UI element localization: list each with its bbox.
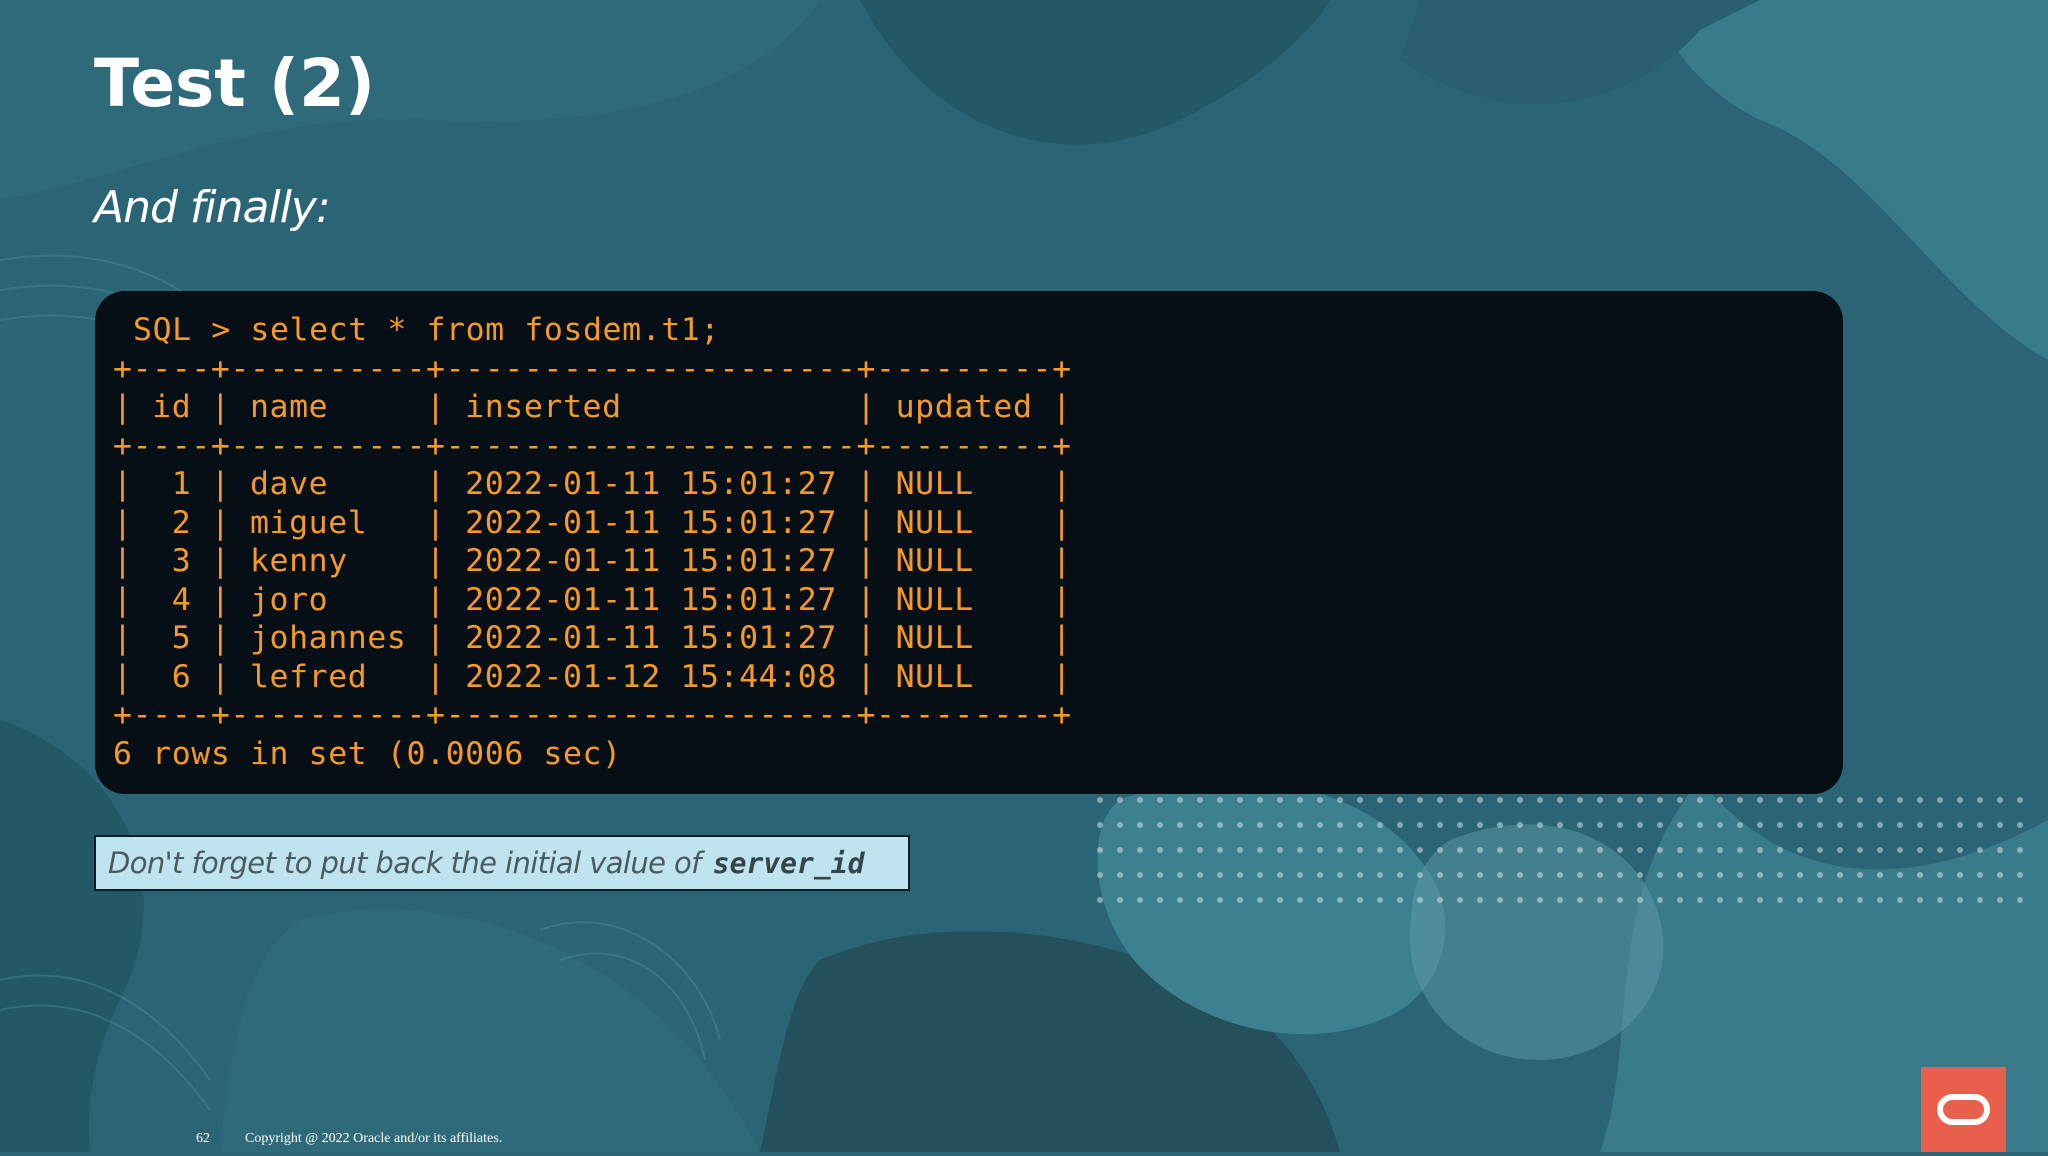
terminal-result-footer: 6 rows in set (0.0006 sec) [113,735,622,772]
slide-subtitle: And finally: [94,182,331,233]
terminal-panel: SQL > select * from fosdem.t1; +----+----… [95,291,1843,794]
terminal-output: SQL > select * from fosdem.t1; +----+----… [113,311,1072,773]
table-row: | 1 | dave | 2022-01-11 15:01:27 | NULL … [113,466,1072,502]
table-header-row: | id | name | inserted | updated | [113,389,1072,425]
copyright-text: Copyright @ 2022 Oracle and/or its affil… [245,1131,503,1146]
table-border-top: +----+----------+---------------------+-… [113,350,1072,387]
table-row: | 5 | johannes | 2022-01-11 15:01:27 | N… [113,620,1072,656]
slide-title: Test (2) [94,45,376,122]
table-border-bottom: +----+----------+---------------------+-… [113,697,1072,733]
reminder-note-text: Don't forget to put back the initial val… [108,846,701,880]
table-row: | 6 | lefred | 2022-01-12 15:44:08 | NUL… [113,658,1072,695]
terminal-prompt-line: SQL > select * from fosdem.t1; [133,312,720,348]
reminder-note-code: server_id [712,846,865,880]
table-row: | 2 | miguel | 2022-01-11 15:01:27 | NUL… [113,504,1072,541]
page-number: 62 [196,1131,210,1146]
reminder-note: Don't forget to put back the initial val… [94,835,910,891]
table-row: | 3 | kenny | 2022-01-11 15:01:27 | NULL… [113,543,1072,579]
table-row: | 4 | joro | 2022-01-11 15:01:27 | NULL … [113,581,1072,618]
table-border-mid: +----+----------+---------------------+-… [113,427,1072,464]
oracle-logo-icon [1921,1067,2006,1152]
